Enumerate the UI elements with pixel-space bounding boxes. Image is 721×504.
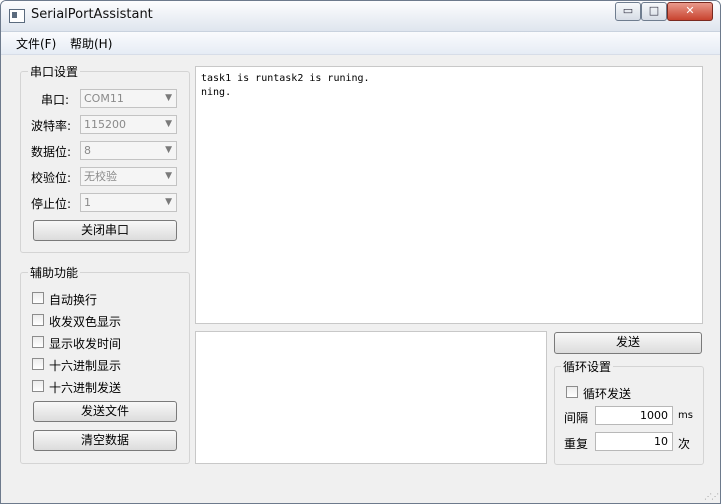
hex-display-label: 十六进制显示 (49, 359, 122, 373)
close-port-button[interactable]: 关闭串口 (33, 220, 177, 241)
minimize-button[interactable]: ▭ (615, 2, 641, 21)
parity-value: 无校验 (84, 170, 117, 183)
auto-wrap-checkbox[interactable] (32, 292, 44, 304)
port-label: 串口: (41, 93, 70, 107)
show-time-label: 显示收发时间 (49, 337, 122, 351)
app-icon (9, 9, 25, 23)
window-title: SerialPortAssistant (31, 7, 153, 22)
chevron-down-icon: ▼ (165, 119, 172, 129)
hex-display-checkbox[interactable] (32, 358, 44, 370)
loop-settings-title: 循环设置 (561, 358, 614, 375)
aux-functions-title: 辅助功能 (28, 264, 81, 281)
chevron-down-icon: ▼ (165, 197, 172, 207)
send-file-button[interactable]: 发送文件 (33, 401, 177, 422)
menu-bar: 文件(F) 帮助(H) (1, 32, 720, 55)
resize-grip-icon[interactable]: ⋰⋰ (704, 492, 719, 501)
port-value: COM11 (84, 92, 124, 105)
repeat-label: 重复 (564, 437, 589, 451)
dual-color-label: 收发双色显示 (49, 315, 122, 329)
baudrate-value: 115200 (84, 118, 126, 131)
chevron-down-icon: ▼ (165, 171, 172, 181)
parity-label: 校验位: (31, 171, 72, 185)
repeat-input[interactable]: 10 (595, 432, 673, 451)
main-window: SerialPortAssistant ▭ □ ✕ 文件(F) 帮助(H) 串口… (0, 0, 721, 504)
interval-unit: ms (678, 410, 693, 421)
parity-select[interactable]: 无校验 ▼ (80, 167, 177, 186)
databits-label: 数据位: (31, 145, 72, 159)
stopbits-select[interactable]: 1 ▼ (80, 193, 177, 212)
auto-wrap-label: 自动换行 (49, 293, 98, 307)
receive-textarea[interactable]: task1 is runtask2 is runing. ning. (195, 66, 703, 324)
maximize-button[interactable]: □ (641, 2, 667, 21)
stopbits-value: 1 (84, 196, 91, 209)
show-time-checkbox[interactable] (32, 336, 44, 348)
dual-color-checkbox[interactable] (32, 314, 44, 326)
send-button[interactable]: 发送 (554, 332, 702, 354)
clear-data-button[interactable]: 清空数据 (33, 430, 177, 451)
menu-help[interactable]: 帮助(H) (70, 35, 112, 52)
interval-input[interactable]: 1000 (595, 406, 673, 425)
menu-file[interactable]: 文件(F) (16, 35, 56, 52)
loop-send-label: 循环发送 (583, 387, 632, 401)
baudrate-select[interactable]: 115200 ▼ (80, 115, 177, 134)
serial-settings-title: 串口设置 (28, 63, 81, 80)
hex-send-checkbox[interactable] (32, 380, 44, 392)
send-textarea[interactable] (195, 331, 547, 464)
close-button[interactable]: ✕ (667, 2, 713, 21)
databits-select[interactable]: 8 ▼ (80, 141, 177, 160)
databits-value: 8 (84, 144, 91, 157)
loop-send-checkbox[interactable] (566, 386, 578, 398)
receive-text: task1 is runtask2 is runing. ning. (201, 73, 370, 98)
port-select[interactable]: COM11 ▼ (80, 89, 177, 108)
baudrate-label: 波特率: (31, 119, 72, 133)
title-bar[interactable]: SerialPortAssistant ▭ □ ✕ (1, 1, 720, 32)
chevron-down-icon: ▼ (165, 93, 172, 103)
stopbits-label: 停止位: (31, 197, 72, 211)
chevron-down-icon: ▼ (165, 145, 172, 155)
interval-label: 间隔 (564, 411, 589, 425)
hex-send-label: 十六进制发送 (49, 381, 122, 395)
repeat-unit: 次 (678, 437, 691, 451)
